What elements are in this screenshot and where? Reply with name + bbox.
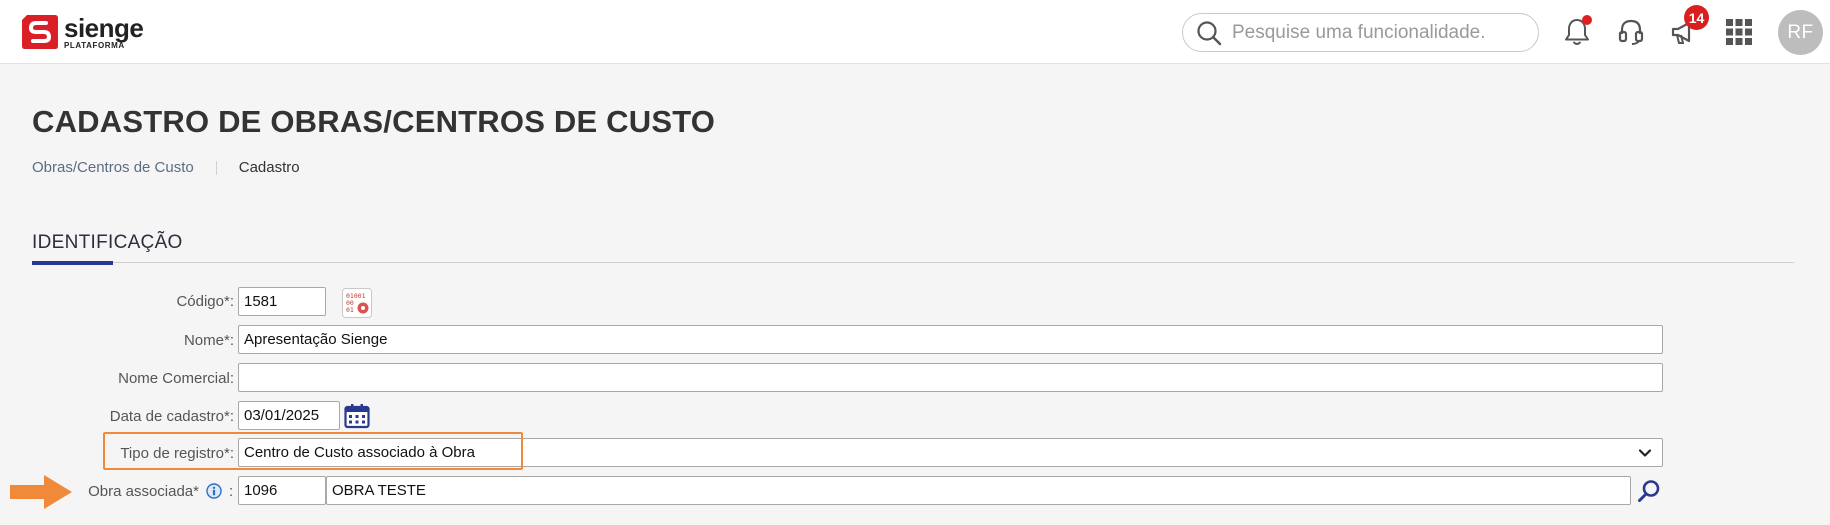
magnifier-icon	[1637, 479, 1659, 502]
sienge-logo[interactable]: sienge PLATAFORMA	[21, 12, 144, 51]
search-icon	[1197, 20, 1222, 45]
breadcrumb-current: Cadastro	[238, 159, 300, 176]
notifications-count-badge: 14	[1684, 5, 1709, 30]
breadcrumb-parent-link[interactable]: Obras/Centros de Custo	[32, 159, 194, 176]
data-cadastro-value: 03/01/2025	[244, 407, 320, 424]
nome-comercial-label: Nome Comercial:	[118, 370, 234, 387]
nome-label: Nome*:	[183, 332, 234, 349]
headset-icon	[1618, 19, 1644, 45]
nome-comercial-field[interactable]	[238, 363, 1663, 392]
top-bar: sienge PLATAFORMA 14	[0, 0, 1830, 64]
tipo-registro-label: Tipo de registro*:	[120, 445, 234, 462]
obra-name-value: OBRA TESTE	[332, 482, 426, 499]
search-obra-button[interactable]	[1634, 476, 1663, 505]
search-input[interactable]	[1232, 21, 1512, 44]
apps-grid-icon	[1726, 19, 1752, 45]
notification-dot	[1582, 15, 1592, 25]
obra-code-field[interactable]: 1096	[238, 476, 326, 505]
tipo-registro-select[interactable]: Centro de Custo associado à Obra	[238, 438, 1663, 467]
breadcrumb: Obras/Centros de Custo Cadastro	[32, 159, 300, 176]
codigo-value: 1581	[244, 293, 278, 310]
notifications-button[interactable]	[1560, 15, 1594, 49]
obra-associada-separator: :	[229, 483, 234, 500]
page-title: CADASTRO DE OBRAS/CENTROS DE CUSTO	[32, 104, 716, 139]
obra-name-field[interactable]: OBRA TESTE	[326, 476, 1631, 505]
section-divider	[32, 262, 1794, 263]
nome-value: Apresentação Sienge	[244, 331, 388, 348]
calendar-button[interactable]	[343, 401, 371, 430]
chevron-down-icon	[1638, 448, 1652, 457]
nome-field[interactable]: Apresentação Sienge	[238, 325, 1663, 354]
codigo-field[interactable]: 1581	[238, 287, 326, 316]
breadcrumb-separator	[215, 160, 217, 175]
svg-text:01: 01	[346, 306, 354, 314]
support-button[interactable]	[1614, 15, 1648, 49]
codigo-label: Código*:	[176, 293, 234, 310]
obra-associada-label: Obra associada*	[88, 483, 199, 500]
brand-subtitle: PLATAFORMA	[64, 40, 125, 50]
generate-code-button[interactable]: 01001 00 01	[341, 287, 372, 318]
sienge-logo-icon	[22, 15, 58, 49]
brand-name: sienge	[64, 12, 144, 43]
obra-code-value: 1096	[244, 482, 278, 499]
search-box[interactable]	[1182, 13, 1539, 52]
section-accent-bar	[32, 261, 113, 265]
data-cadastro-field[interactable]: 03/01/2025	[238, 401, 340, 430]
arrow-right-icon	[10, 475, 72, 509]
announcements-button[interactable]: 14	[1666, 5, 1709, 49]
user-avatar[interactable]: RF	[1778, 10, 1823, 55]
info-circle-icon	[206, 483, 222, 499]
apps-button[interactable]	[1722, 15, 1756, 49]
section-title: IDENTIFICAÇÃO	[32, 232, 183, 253]
binary-code-gear-icon: 01001 00 01	[341, 287, 372, 318]
calendar-icon	[344, 403, 370, 428]
tipo-registro-value: Centro de Custo associado à Obra	[244, 444, 475, 461]
data-cadastro-label: Data de cadastro*:	[109, 408, 234, 425]
info-icon[interactable]	[206, 483, 222, 499]
